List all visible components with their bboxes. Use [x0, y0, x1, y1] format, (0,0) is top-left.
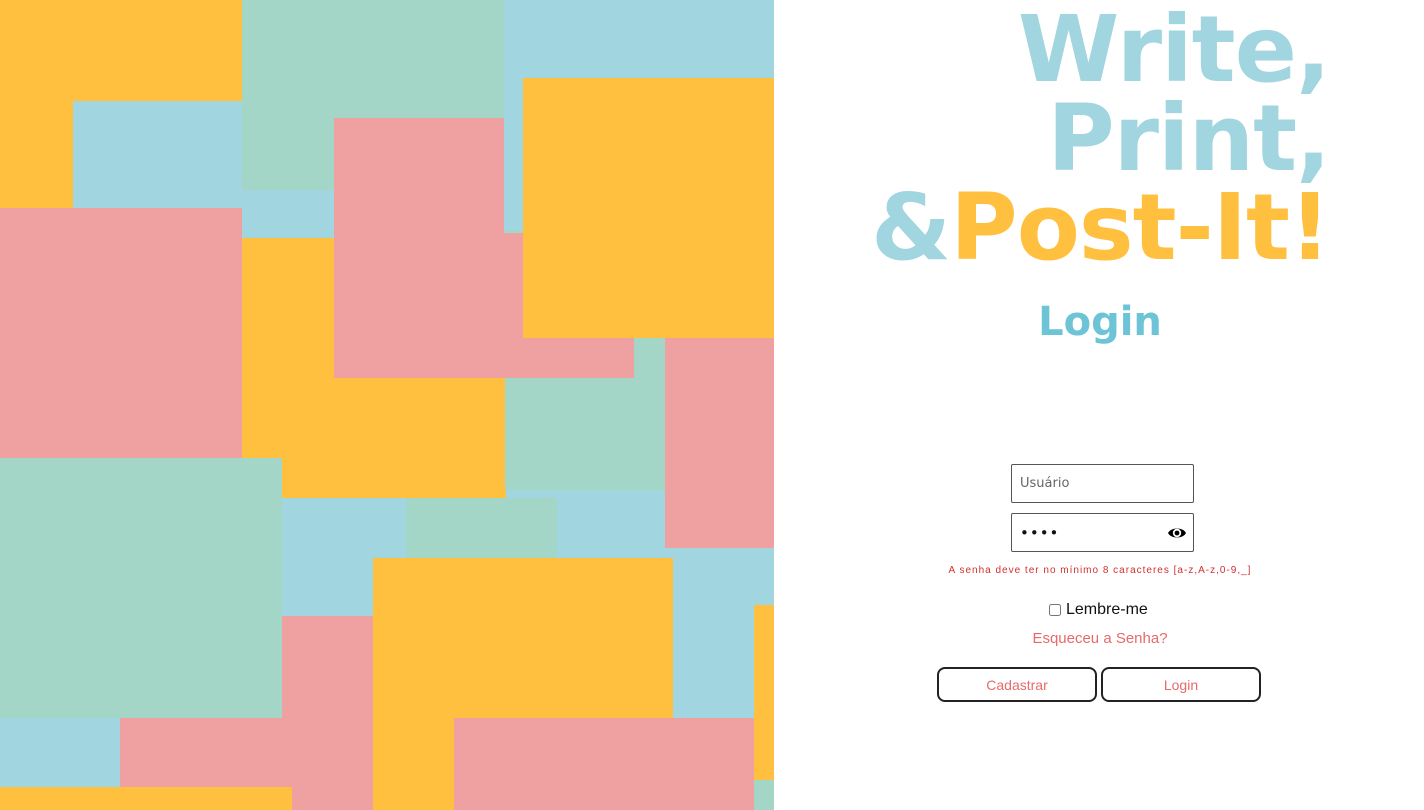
headline-post-it-text: Post-It!	[950, 174, 1331, 281]
remember-me-checkbox[interactable]	[1049, 604, 1061, 616]
sticky-note	[406, 498, 557, 560]
sticky-note	[754, 605, 774, 780]
sticky-note	[73, 101, 242, 208]
password-hint: A senha deve ter no mínimo 8 caracteres …	[948, 565, 1252, 576]
username-input[interactable]	[1012, 465, 1193, 502]
remember-me[interactable]: Lembre-me	[1049, 601, 1148, 619]
login-title: Login	[1038, 299, 1162, 345]
sticky-note	[282, 616, 374, 718]
sticky-note	[0, 787, 292, 810]
headline-post-it: &Post-It!	[774, 182, 1331, 274]
sticky-note	[754, 780, 774, 810]
sticky-note	[523, 78, 774, 338]
eye-icon[interactable]	[1167, 523, 1187, 543]
sticky-notes-collage	[0, 0, 774, 810]
headline-ampersand: &	[871, 174, 951, 281]
headline-write: Write,	[1017, 0, 1331, 103]
sticky-note	[0, 458, 282, 718]
register-button[interactable]: Cadastrar	[937, 667, 1097, 702]
login-button[interactable]: Login	[1101, 667, 1261, 702]
headline-print: Print,	[1047, 85, 1331, 192]
sticky-note	[0, 208, 242, 458]
sticky-note	[334, 118, 504, 378]
password-field-box	[1011, 513, 1194, 552]
remember-me-label: Lembre-me	[1066, 601, 1148, 618]
username-field-box	[1011, 464, 1194, 503]
password-input[interactable]	[1012, 514, 1193, 551]
forgot-password-link[interactable]: Esqueceu a Senha?	[1000, 630, 1200, 648]
sticky-note	[665, 338, 774, 548]
sticky-note	[454, 718, 754, 810]
